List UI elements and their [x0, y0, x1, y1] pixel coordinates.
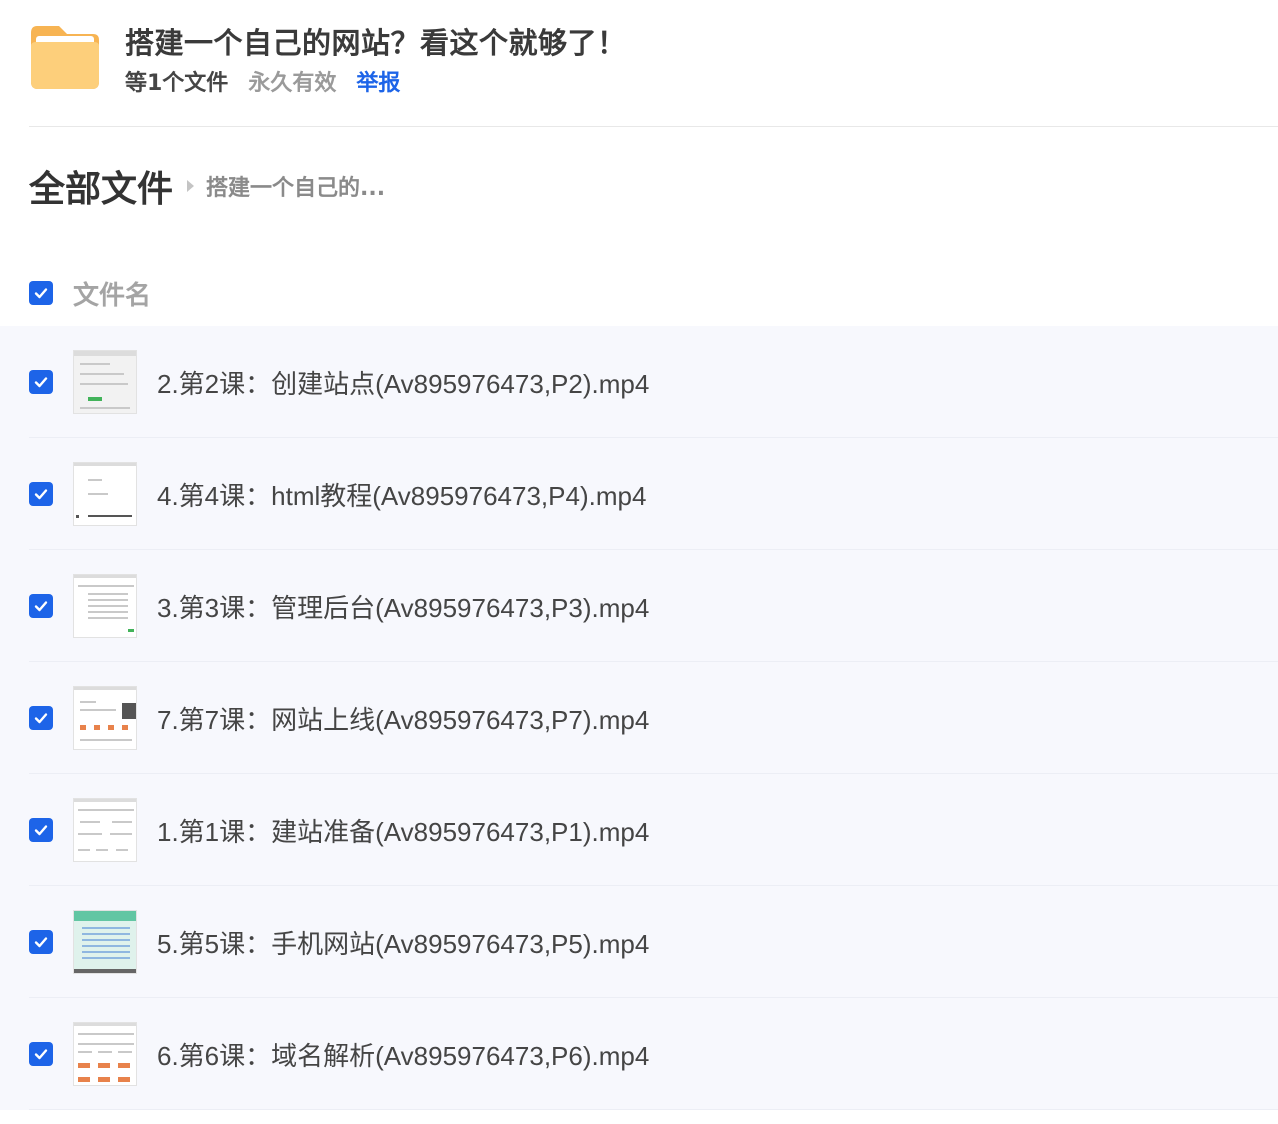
- file-row[interactable]: 6.第6课：域名解析(Av895976473,P6).mp4: [0, 998, 1278, 1110]
- checkmark-icon: [34, 825, 48, 836]
- video-thumbnail: [73, 350, 137, 414]
- checkmark-icon: [34, 377, 48, 388]
- video-thumbnail: [73, 462, 137, 526]
- file-name[interactable]: 5.第5课：手机网站(Av895976473,P5).mp4: [157, 924, 649, 961]
- column-header-filename: 文件名: [73, 280, 152, 311]
- checkmark-icon: [34, 713, 48, 724]
- video-thumbnail: [73, 686, 137, 750]
- file-checkbox[interactable]: [29, 706, 53, 730]
- share-meta: 等1个文件 永久有效 举报: [125, 65, 400, 97]
- checkmark-icon: [34, 601, 48, 612]
- folder-icon: [31, 26, 99, 89]
- file-checkbox[interactable]: [29, 818, 53, 842]
- checkmark-icon: [34, 489, 48, 500]
- file-checkbox[interactable]: [29, 482, 53, 506]
- breadcrumb-current[interactable]: 搭建一个自己的...: [206, 170, 385, 202]
- header-divider: [29, 126, 1278, 127]
- breadcrumb-root[interactable]: 全部文件: [29, 160, 173, 212]
- file-name[interactable]: 6.第6课：域名解析(Av895976473,P6).mp4: [157, 1036, 649, 1073]
- file-count: 等1个文件: [125, 71, 229, 96]
- file-list: 2.第2课：创建站点(Av895976473,P2).mp4 4.第4课：htm…: [0, 326, 1278, 1110]
- file-row[interactable]: 7.第7课：网站上线(Av895976473,P7).mp4: [0, 662, 1278, 774]
- validity-label: 永久有效: [248, 71, 337, 96]
- list-header: 文件名: [29, 270, 151, 316]
- file-name[interactable]: 3.第3课：管理后台(Av895976473,P3).mp4: [157, 588, 649, 625]
- file-name[interactable]: 7.第7课：网站上线(Av895976473,P7).mp4: [157, 700, 649, 737]
- file-row[interactable]: 4.第4课：html教程(Av895976473,P4).mp4: [0, 438, 1278, 550]
- file-row[interactable]: 5.第5课：手机网站(Av895976473,P5).mp4: [0, 886, 1278, 998]
- checkmark-icon: [34, 937, 48, 948]
- file-name[interactable]: 2.第2课：创建站点(Av895976473,P2).mp4: [157, 364, 649, 401]
- file-checkbox[interactable]: [29, 594, 53, 618]
- select-all-checkbox[interactable]: [29, 281, 53, 305]
- file-checkbox[interactable]: [29, 1042, 53, 1066]
- report-link[interactable]: 举报: [356, 65, 400, 97]
- file-checkbox[interactable]: [29, 930, 53, 954]
- share-title: 搭建一个自己的网站？看这个就够了！: [125, 26, 627, 60]
- video-thumbnail: [73, 798, 137, 862]
- file-name[interactable]: 1.第1课：建站准备(Av895976473,P1).mp4: [157, 812, 649, 849]
- file-row[interactable]: 1.第1课：建站准备(Av895976473,P1).mp4: [0, 774, 1278, 886]
- checkmark-icon: [34, 288, 48, 299]
- chevron-right-icon: [187, 180, 195, 192]
- file-row[interactable]: 3.第3课：管理后台(Av895976473,P3).mp4: [0, 550, 1278, 662]
- breadcrumb: 全部文件 搭建一个自己的...: [29, 160, 385, 212]
- video-thumbnail: [73, 910, 137, 974]
- checkmark-icon: [34, 1049, 48, 1060]
- file-row[interactable]: 2.第2课：创建站点(Av895976473,P2).mp4: [0, 326, 1278, 438]
- video-thumbnail: [73, 574, 137, 638]
- file-name[interactable]: 4.第4课：html教程(Av895976473,P4).mp4: [157, 476, 646, 513]
- video-thumbnail: [73, 1022, 137, 1086]
- share-header: 搭建一个自己的网站？看这个就够了！ 等1个文件 永久有效 举报: [0, 0, 1278, 128]
- file-checkbox[interactable]: [29, 370, 53, 394]
